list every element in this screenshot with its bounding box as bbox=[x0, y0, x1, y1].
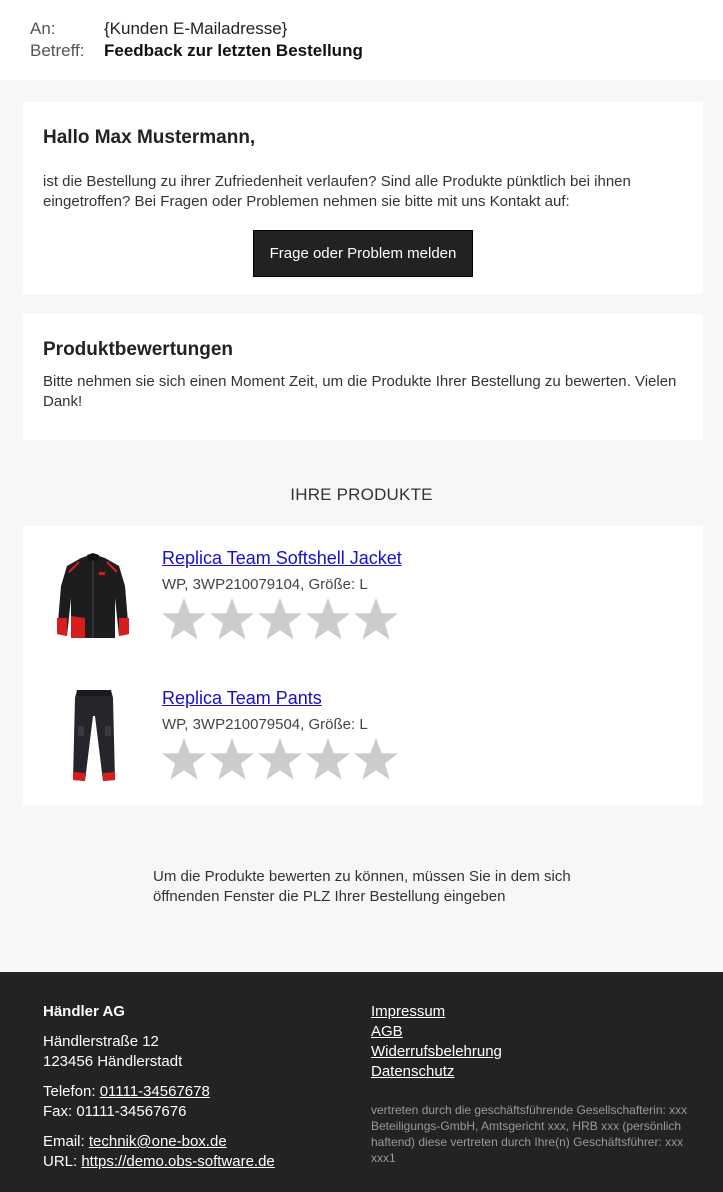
company-contact: Email: technik@one-box.de URL: https://d… bbox=[43, 1132, 343, 1172]
star-icon[interactable] bbox=[160, 596, 208, 644]
star-icon[interactable] bbox=[208, 596, 256, 644]
phone-link[interactable]: 01111-34567678 bbox=[100, 1083, 210, 1100]
star-icon[interactable] bbox=[160, 736, 208, 784]
subject-row: Betreff: Feedback zur letzten Bestellung bbox=[30, 40, 693, 62]
star-icon[interactable] bbox=[352, 736, 400, 784]
review-title: Produktbewertungen bbox=[43, 339, 234, 360]
company-street: Händlerstraße 12 bbox=[43, 1033, 159, 1050]
recipient-row: An: {Kunden E-Mailadresse} bbox=[30, 18, 693, 40]
star-rating bbox=[160, 596, 400, 644]
url-label: URL: bbox=[43, 1153, 82, 1170]
email-label: Email: bbox=[43, 1133, 89, 1150]
zip-note: Um die Produkte bewerten zu können, müss… bbox=[153, 868, 571, 905]
datenschutz-link[interactable]: Datenschutz bbox=[371, 1063, 454, 1080]
footer: Händler AG Händlerstraße 12 123456 Händl… bbox=[0, 972, 723, 1192]
pants-image bbox=[53, 686, 133, 786]
product-item: Replica Team Softshell Jacket WP, 3WP210… bbox=[23, 546, 703, 676]
star-icon[interactable] bbox=[256, 736, 304, 784]
agb-link[interactable]: AGB bbox=[371, 1023, 403, 1040]
star-rating bbox=[160, 736, 400, 784]
subject-value: Feedback zur letzten Bestellung bbox=[104, 41, 363, 60]
email-line: Email: technik@one-box.de bbox=[43, 1132, 343, 1152]
report-problem-button[interactable]: Frage oder Problem melden bbox=[253, 230, 473, 277]
greeting-title: Hallo Max Mustermann, bbox=[43, 127, 256, 148]
product-meta: WP, 3WP210079504, Größe: L bbox=[162, 716, 368, 733]
star-icon[interactable] bbox=[352, 596, 400, 644]
footer-links: Impressum AGB Widerrufsbelehrung Datensc… bbox=[371, 1002, 701, 1082]
greeting-text: ist die Bestellung zu ihrer Zufriedenhei… bbox=[43, 173, 631, 210]
review-intro-card: Produktbewertungen Bitte nehmen sie sich… bbox=[23, 314, 703, 440]
company-city: 123456 Händlerstadt bbox=[43, 1053, 183, 1070]
report-button-wrap: Frage oder Problem melden bbox=[43, 230, 683, 277]
widerruf-link[interactable]: Widerrufsbelehrung bbox=[371, 1043, 502, 1060]
product-item: Replica Team Pants WP, 3WP210079504, Grö… bbox=[23, 686, 703, 816]
impressum-link[interactable]: Impressum bbox=[371, 1003, 445, 1020]
company-name: Händler AG bbox=[43, 1003, 125, 1020]
company-phone-fax: Telefon: 01111-34567678 Fax: 01111-34567… bbox=[43, 1082, 343, 1122]
star-icon[interactable] bbox=[208, 736, 256, 784]
recipient-label: An: bbox=[30, 19, 56, 38]
products-card: Replica Team Softshell Jacket WP, 3WP210… bbox=[23, 526, 703, 805]
products-heading: IHRE PRODUKTE bbox=[290, 485, 433, 504]
website-link[interactable]: https://demo.obs-software.de bbox=[81, 1153, 274, 1170]
star-icon[interactable] bbox=[256, 596, 304, 644]
star-icon[interactable] bbox=[304, 596, 352, 644]
url-line: URL: https://demo.obs-software.de bbox=[43, 1152, 343, 1172]
email-header: An: {Kunden E-Mailadresse} Betreff: Feed… bbox=[0, 0, 723, 80]
legal-text: vertreten durch die geschäftsführende Ge… bbox=[371, 1103, 688, 1165]
phone-label: Telefon: bbox=[43, 1083, 100, 1100]
footer-company: Händler AG Händlerstraße 12 123456 Händl… bbox=[43, 1002, 343, 1172]
star-icon[interactable] bbox=[304, 736, 352, 784]
greeting-card: Hallo Max Mustermann, ist die Bestellung… bbox=[23, 102, 703, 294]
phone-line: Telefon: 01111-34567678 bbox=[43, 1082, 343, 1102]
email-link[interactable]: technik@one-box.de bbox=[89, 1133, 227, 1150]
fax-line: Fax: 01111-34567676 bbox=[43, 1103, 187, 1120]
product-meta: WP, 3WP210079104, Größe: L bbox=[162, 576, 368, 593]
review-text: Bitte nehmen sie sich einen Moment Zeit,… bbox=[43, 373, 677, 410]
recipient-value: {Kunden E-Mailadresse} bbox=[104, 19, 288, 38]
product-title-link[interactable]: Replica Team Pants bbox=[162, 688, 322, 709]
product-title-link[interactable]: Replica Team Softshell Jacket bbox=[162, 548, 402, 569]
subject-label: Betreff: bbox=[30, 41, 85, 60]
jacket-image bbox=[53, 546, 133, 646]
company-address: Händlerstraße 12 123456 Händlerstadt bbox=[43, 1032, 343, 1072]
footer-legal: Impressum AGB Widerrufsbelehrung Datensc… bbox=[371, 1002, 701, 1166]
